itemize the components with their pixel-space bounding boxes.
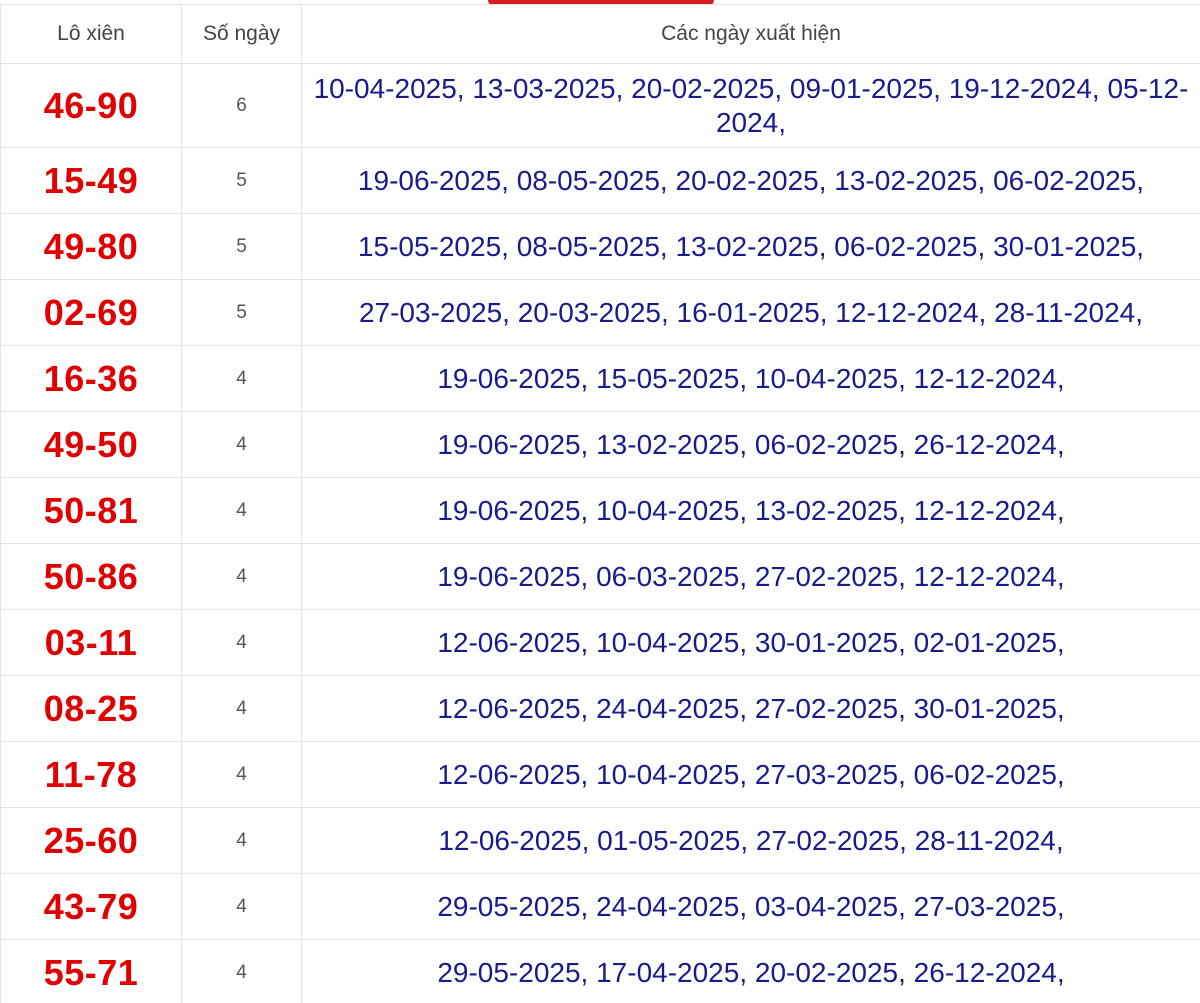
table-row: 16-36 4 19-06-2025, 15-05-2025, 10-04-20… [0,345,1200,412]
dates-cell: 29-05-2025, 17-04-2025, 20-02-2025, 26-1… [301,939,1200,1003]
header-cac-ngay: Các ngày xuất hiện [301,4,1200,64]
pair-cell: 43-79 [0,873,182,940]
pair-cell: 16-36 [0,345,182,412]
count-cell: 4 [181,543,302,610]
pair-cell: 49-50 [0,411,182,478]
pair-cell: 46-90 [0,63,182,148]
dates-cell: 15-05-2025, 08-05-2025, 13-02-2025, 06-0… [301,213,1200,280]
pair-cell: 55-71 [0,939,182,1003]
table-row: 46-90 6 10-04-2025, 13-03-2025, 20-02-20… [0,63,1200,148]
dates-cell: 29-05-2025, 24-04-2025, 03-04-2025, 27-0… [301,873,1200,940]
count-cell: 5 [181,279,302,346]
dates-cell: 12-06-2025, 10-04-2025, 30-01-2025, 02-0… [301,609,1200,676]
table-body: 46-90 6 10-04-2025, 13-03-2025, 20-02-20… [0,63,1200,1003]
table-row: 08-25 4 12-06-2025, 24-04-2025, 27-02-20… [0,675,1200,742]
dates-cell: 10-04-2025, 13-03-2025, 20-02-2025, 09-0… [301,63,1200,148]
count-cell: 4 [181,477,302,544]
table-row: 55-71 4 29-05-2025, 17-04-2025, 20-02-20… [0,939,1200,1003]
count-cell: 4 [181,411,302,478]
dates-cell: 12-06-2025, 01-05-2025, 27-02-2025, 28-1… [301,807,1200,874]
table-row: 11-78 4 12-06-2025, 10-04-2025, 27-03-20… [0,741,1200,808]
table-row: 03-11 4 12-06-2025, 10-04-2025, 30-01-20… [0,609,1200,676]
dates-cell: 19-06-2025, 06-03-2025, 27-02-2025, 12-1… [301,543,1200,610]
count-cell: 4 [181,939,302,1003]
header-row: Lô xiên Số ngày Các ngày xuất hiện [0,4,1200,64]
table-row: 15-49 5 19-06-2025, 08-05-2025, 20-02-20… [0,147,1200,214]
count-cell: 6 [181,63,302,148]
table-row: 49-80 5 15-05-2025, 08-05-2025, 13-02-20… [0,213,1200,280]
dates-cell: 19-06-2025, 10-04-2025, 13-02-2025, 12-1… [301,477,1200,544]
dates-cell: 12-06-2025, 10-04-2025, 27-03-2025, 06-0… [301,741,1200,808]
dates-cell: 19-06-2025, 13-02-2025, 06-02-2025, 26-1… [301,411,1200,478]
table-row: 43-79 4 29-05-2025, 24-04-2025, 03-04-20… [0,873,1200,940]
pair-cell: 25-60 [0,807,182,874]
header-lo-xien: Lô xiên [0,4,182,64]
count-cell: 4 [181,345,302,412]
table-row: 50-81 4 19-06-2025, 10-04-2025, 13-02-20… [0,477,1200,544]
pair-cell: 50-81 [0,477,182,544]
lo-xien-panel: Lô xiên Số ngày Các ngày xuất hiện 46-90… [0,0,1200,1003]
table-row: 49-50 4 19-06-2025, 13-02-2025, 06-02-20… [0,411,1200,478]
pair-cell: 02-69 [0,279,182,346]
header-so-ngay: Số ngày [181,4,302,64]
count-cell: 4 [181,807,302,874]
dates-cell: 19-06-2025, 15-05-2025, 10-04-2025, 12-1… [301,345,1200,412]
pair-cell: 50-86 [0,543,182,610]
pair-cell: 49-80 [0,213,182,280]
count-cell: 4 [181,741,302,808]
dates-cell: 27-03-2025, 20-03-2025, 16-01-2025, 12-1… [301,279,1200,346]
lo-xien-table: Lô xiên Số ngày Các ngày xuất hiện 46-90… [0,4,1200,1003]
pair-cell: 11-78 [0,741,182,808]
count-cell: 5 [181,147,302,214]
dates-cell: 12-06-2025, 24-04-2025, 27-02-2025, 30-0… [301,675,1200,742]
table-row: 50-86 4 19-06-2025, 06-03-2025, 27-02-20… [0,543,1200,610]
count-cell: 4 [181,675,302,742]
pair-cell: 03-11 [0,609,182,676]
count-cell: 4 [181,873,302,940]
count-cell: 5 [181,213,302,280]
table-row: 02-69 5 27-03-2025, 20-03-2025, 16-01-20… [0,279,1200,346]
pair-cell: 15-49 [0,147,182,214]
dates-cell: 19-06-2025, 08-05-2025, 20-02-2025, 13-0… [301,147,1200,214]
table-row: 25-60 4 12-06-2025, 01-05-2025, 27-02-20… [0,807,1200,874]
table-header: Lô xiên Số ngày Các ngày xuất hiện [0,4,1200,64]
pair-cell: 08-25 [0,675,182,742]
count-cell: 4 [181,609,302,676]
